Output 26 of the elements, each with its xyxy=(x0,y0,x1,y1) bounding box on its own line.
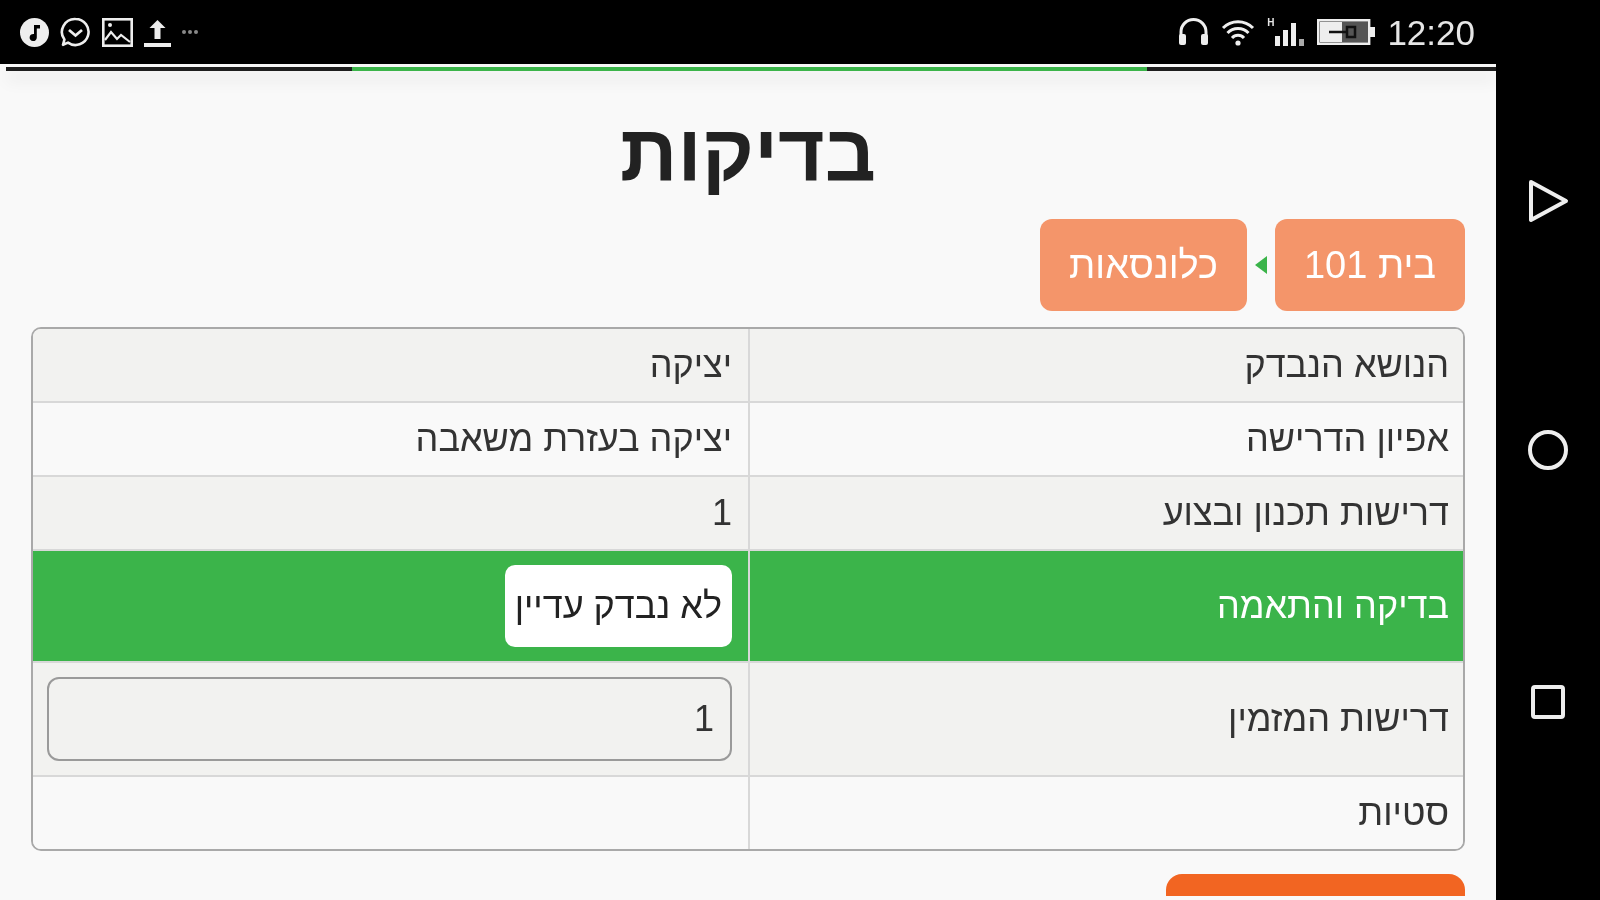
more-icon xyxy=(182,30,198,34)
music-note-icon xyxy=(20,17,49,47)
recents-icon[interactable] xyxy=(1531,685,1565,719)
page-title: בדיקות xyxy=(620,107,876,199)
battery-icon xyxy=(1317,19,1376,45)
field-label: סטיות xyxy=(1358,792,1449,834)
clock-time: 12:20 xyxy=(1387,14,1475,50)
chat-bubble-icon xyxy=(60,16,91,48)
caret-icon xyxy=(1254,256,1267,274)
network-type: H xyxy=(1267,18,1275,28)
back-icon[interactable] xyxy=(1527,179,1569,223)
upload-icon xyxy=(144,17,171,47)
home-icon[interactable] xyxy=(1528,430,1568,470)
field-label: הנושא הנבדק xyxy=(1244,344,1449,386)
status-button[interactable]: לא נבדק עדיין xyxy=(504,565,732,647)
field-label: דרישות תכנון ובצוע xyxy=(1162,492,1449,534)
wifi-icon xyxy=(1221,18,1256,46)
field-label: אפיון הדרישה xyxy=(1245,418,1449,460)
field-value: יציקה xyxy=(649,344,732,386)
field-label: דרישות המזמין xyxy=(1228,698,1449,740)
field-value: 1 xyxy=(711,492,732,534)
field-label: בדיקה והתאמה xyxy=(1216,585,1449,627)
image-icon xyxy=(102,17,133,47)
headphones-icon xyxy=(1178,17,1210,47)
field-value: יציקה בעזרת משאבה xyxy=(415,418,732,460)
input-field[interactable]: 1 xyxy=(47,677,732,761)
